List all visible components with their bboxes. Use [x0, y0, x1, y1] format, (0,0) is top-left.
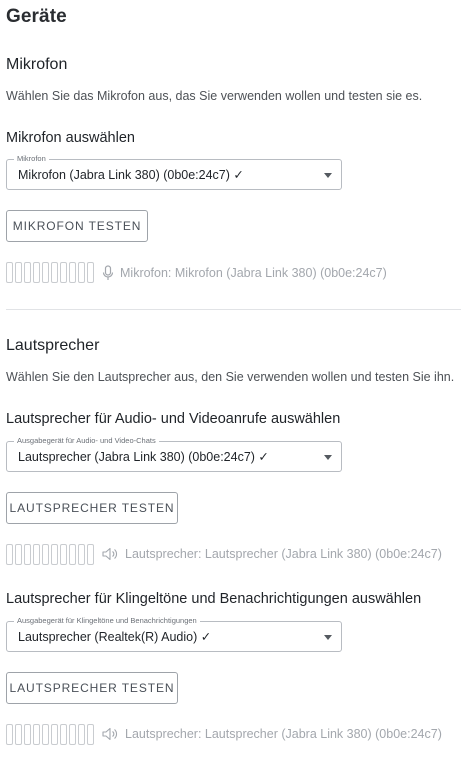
microphone-select[interactable]: Mikrofon Mikrofon (Jabra Link 380) (0b0e… — [6, 154, 342, 190]
meter-segment — [51, 544, 58, 565]
microphone-select-heading: Mikrofon auswählen — [6, 130, 135, 146]
ringtone-speaker-level-meter — [6, 724, 94, 745]
meter-segment — [6, 262, 13, 283]
meter-segment — [15, 262, 22, 283]
meter-segment — [60, 724, 67, 745]
ringtone-speaker-select-heading: Lautsprecher für Klingeltöne und Benachr… — [6, 591, 422, 607]
test-microphone-button[interactable]: MIKROFON TESTEN — [6, 210, 148, 242]
section-divider — [6, 309, 461, 310]
ringtone-speaker-select-value: Lautsprecher (Realtek(R) Audio) ✓ — [18, 630, 212, 644]
meter-segment — [87, 544, 94, 565]
microphone-heading: Mikrofon — [6, 56, 68, 73]
meter-segment — [33, 262, 40, 283]
ringtone-speaker-select[interactable]: Ausgabegerät für Klingeltöne und Benachr… — [6, 616, 342, 652]
meter-segment — [78, 262, 85, 283]
test-ringtone-speaker-button[interactable]: LAUTSPRECHER TESTEN — [6, 672, 178, 704]
meter-segment — [51, 262, 58, 283]
meter-segment — [78, 724, 85, 745]
meter-segment — [15, 724, 22, 745]
calls-speaker-select-value: Lautsprecher (Jabra Link 380) (0b0e:24c7… — [18, 450, 269, 464]
meter-segment — [60, 544, 67, 565]
microphone-status: Mikrofon: Mikrofon (Jabra Link 380) (0b0… — [102, 265, 387, 281]
meter-segment — [33, 724, 40, 745]
microphone-status-text: Mikrofon: Mikrofon (Jabra Link 380) (0b0… — [120, 266, 387, 280]
meter-segment — [33, 544, 40, 565]
meter-segment — [78, 544, 85, 565]
meter-segment — [87, 262, 94, 283]
meter-segment — [69, 544, 76, 565]
meter-segment — [51, 724, 58, 745]
microphone-select-legend: Mikrofon — [14, 154, 49, 164]
meter-segment — [42, 724, 49, 745]
meter-segment — [24, 262, 31, 283]
calls-speaker-select[interactable]: Ausgabegerät für Audio- und Video-Chats … — [6, 436, 342, 472]
meter-segment — [42, 262, 49, 283]
microphone-description: Wählen Sie das Mikrofon aus, das Sie ver… — [6, 89, 423, 103]
speaker-icon — [102, 727, 119, 741]
calls-speaker-select-legend: Ausgabegerät für Audio- und Video-Chats — [14, 436, 159, 446]
meter-segment — [24, 544, 31, 565]
meter-segment — [69, 262, 76, 283]
meter-segment — [6, 724, 13, 745]
speaker-heading: Lautsprecher — [6, 337, 100, 354]
meter-segment — [87, 724, 94, 745]
page-title: Geräte — [6, 6, 67, 27]
speaker-description: Wählen Sie den Lautsprecher aus, den Sie… — [6, 370, 455, 384]
ringtone-speaker-select-legend: Ausgabegerät für Klingeltöne und Benachr… — [14, 616, 200, 626]
meter-segment — [42, 544, 49, 565]
microphone-icon — [102, 265, 114, 281]
ringtone-speaker-status: Lautsprecher: Lautsprecher (Jabra Link 3… — [102, 727, 442, 741]
chevron-down-icon — [324, 455, 332, 460]
meter-segment — [60, 262, 67, 283]
test-calls-speaker-button[interactable]: LAUTSPRECHER TESTEN — [6, 492, 178, 524]
microphone-level-meter — [6, 262, 94, 283]
meter-segment — [24, 724, 31, 745]
calls-speaker-level-meter — [6, 544, 94, 565]
ringtone-speaker-status-text: Lautsprecher: Lautsprecher (Jabra Link 3… — [125, 727, 442, 741]
calls-speaker-select-heading: Lautsprecher für Audio- und Videoanrufe … — [6, 411, 341, 427]
meter-segment — [69, 724, 76, 745]
meter-segment — [6, 544, 13, 565]
calls-speaker-status-text: Lautsprecher: Lautsprecher (Jabra Link 3… — [125, 547, 442, 561]
microphone-select-value: Mikrofon (Jabra Link 380) (0b0e:24c7) ✓ — [18, 168, 244, 182]
chevron-down-icon — [324, 635, 332, 640]
calls-speaker-status: Lautsprecher: Lautsprecher (Jabra Link 3… — [102, 547, 442, 561]
speaker-icon — [102, 547, 119, 561]
meter-segment — [15, 544, 22, 565]
chevron-down-icon — [324, 173, 332, 178]
